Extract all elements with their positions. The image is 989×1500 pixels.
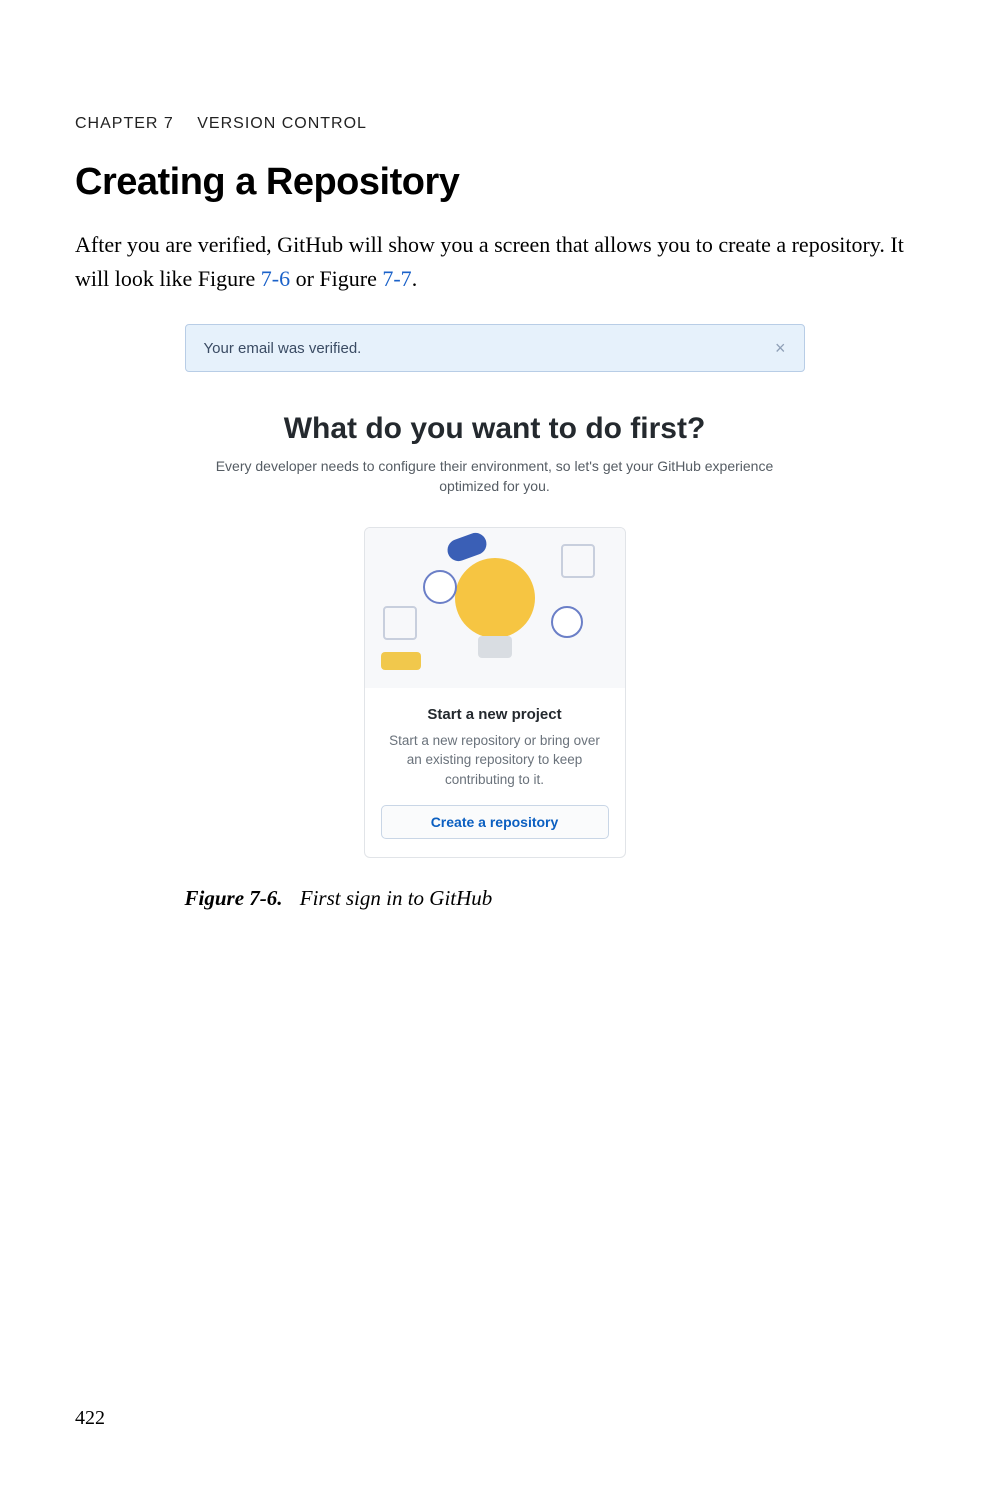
github-onboarding-screenshot: Your email was verified. × What do you w… <box>185 324 805 858</box>
mona-figure-icon <box>423 570 457 604</box>
verification-flash-banner: Your email was verified. × <box>185 324 805 372</box>
flash-message-text: Your email was verified. <box>204 340 362 357</box>
decorative-shape-icon <box>561 544 595 578</box>
figure-screenshot: Your email was verified. × What do you w… <box>185 324 805 911</box>
decorative-shape-icon <box>383 606 417 640</box>
body-text: or Figure <box>290 266 382 291</box>
lightbulb-icon <box>450 558 540 658</box>
body-paragraph: After you are verified, GitHub will show… <box>75 228 914 296</box>
decorative-shape-icon <box>381 652 421 670</box>
onboarding-subtitle: Every developer needs to configure their… <box>195 456 795 497</box>
mona-figure-icon <box>551 606 583 638</box>
figure-caption: Figure 7-6. First sign in to GitHub <box>185 886 805 911</box>
book-page: CHAPTER 7 VERSION CONTROL Creating a Rep… <box>0 0 989 1500</box>
start-project-card: Start a new project Start a new reposito… <box>364 527 626 859</box>
running-head: CHAPTER 7 VERSION CONTROL <box>75 115 914 133</box>
onboarding-title: What do you want to do first? <box>185 412 805 446</box>
chapter-title: VERSION CONTROL <box>197 115 367 132</box>
card-description: Start a new repository or bring over an … <box>381 731 609 790</box>
page-number: 422 <box>75 1407 105 1430</box>
figure-caption-label: Figure 7-6. <box>185 886 283 910</box>
card-title: Start a new project <box>381 706 609 723</box>
figure-caption-text: First sign in to GitHub <box>300 886 493 910</box>
body-text: After you are verified, GitHub will show… <box>75 232 904 291</box>
chapter-number: CHAPTER 7 <box>75 115 174 132</box>
card-illustration <box>365 528 625 688</box>
card-body: Start a new project Start a new reposito… <box>365 688 625 858</box>
body-text: . <box>412 266 418 291</box>
figure-reference-7-7[interactable]: 7-7 <box>382 266 411 291</box>
close-icon[interactable]: × <box>775 339 786 357</box>
section-heading: Creating a Repository <box>75 161 914 204</box>
create-repository-button[interactable]: Create a repository <box>381 805 609 839</box>
figure-reference-7-6[interactable]: 7-6 <box>261 266 290 291</box>
